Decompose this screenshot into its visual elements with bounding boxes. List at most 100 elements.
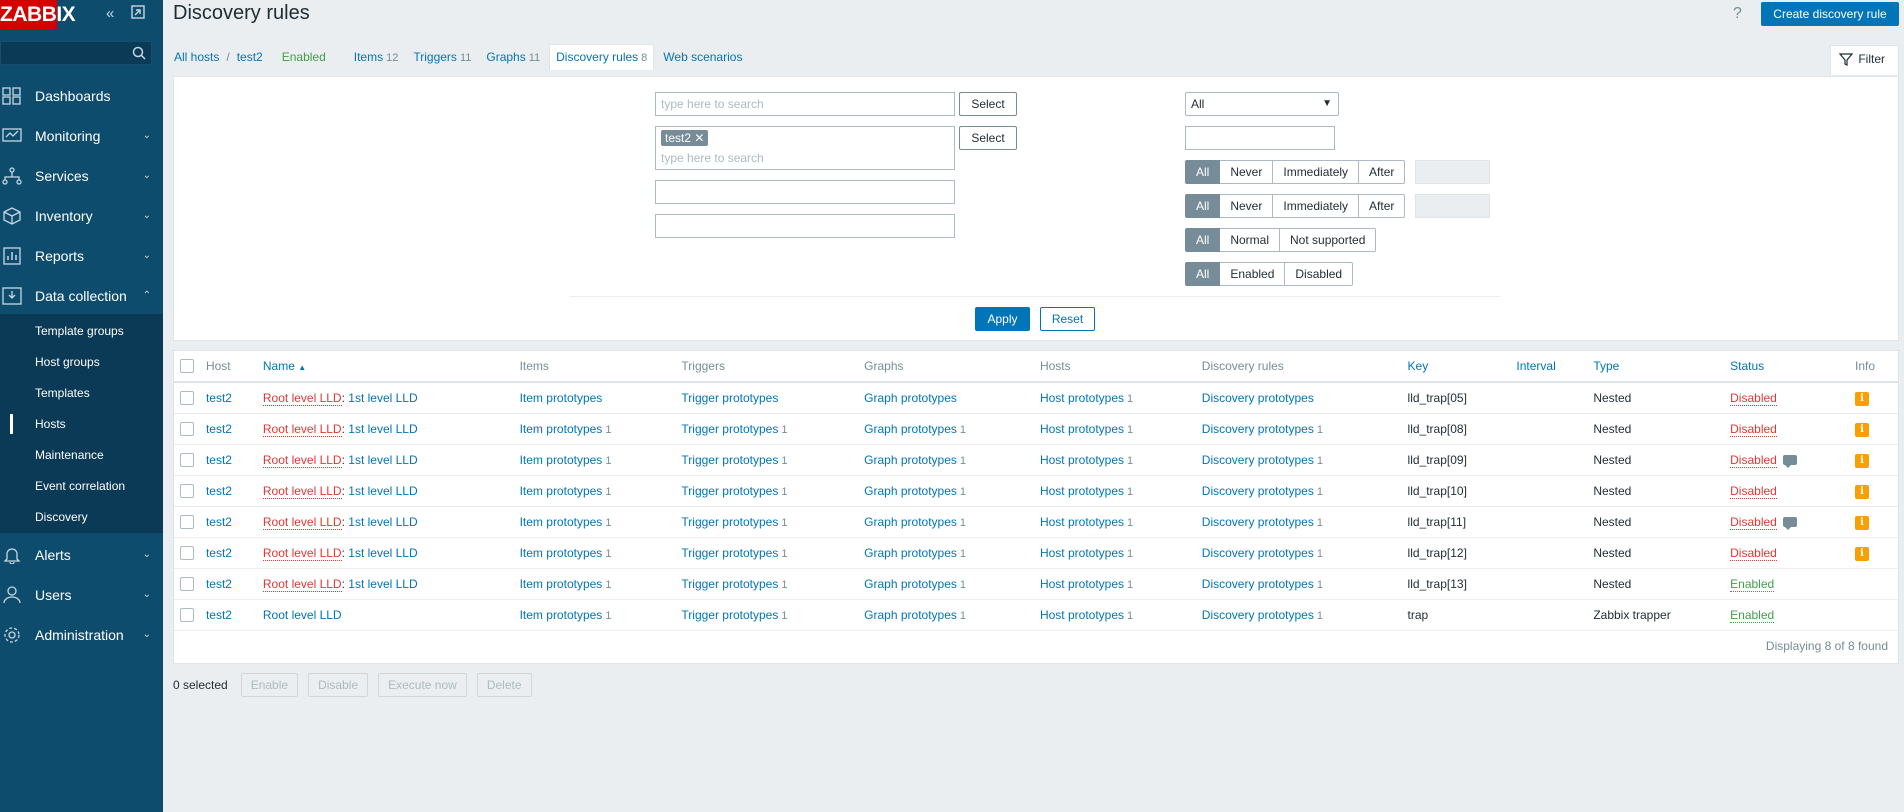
sidebar-search-input[interactable]	[0, 41, 152, 65]
info-icon[interactable]: i	[1854, 422, 1869, 437]
menu-item-users[interactable]: Users ⌄	[0, 579, 163, 619]
status-toggle[interactable]: Disabled	[1730, 514, 1777, 530]
row-checkbox[interactable]	[180, 576, 194, 591]
disable-lost-after[interactable]: After	[1359, 194, 1406, 218]
item-prototypes-link[interactable]: Item prototypes	[520, 608, 603, 622]
graph-prototypes-link[interactable]: Graph prototypes	[864, 608, 957, 622]
rule-name-link[interactable]: 1st level LLD	[348, 484, 417, 498]
tab-graphs[interactable]: Graphs 11	[486, 50, 540, 64]
host-groups-select-button[interactable]: Select	[959, 92, 1017, 116]
sidebar-item-template-groups[interactable]: Template groups	[0, 316, 163, 347]
graph-prototypes-link[interactable]: Graph prototypes	[864, 422, 957, 436]
graph-prototypes-link[interactable]: Graph prototypes	[864, 546, 957, 560]
type-select[interactable]: All ▼	[1185, 92, 1339, 116]
create-discovery-rule-button[interactable]: Create discovery rule	[1761, 2, 1899, 26]
col-key[interactable]: Key	[1401, 351, 1511, 383]
rule-name-link[interactable]: 1st level LLD	[348, 515, 417, 529]
filter-tab[interactable]: Filter	[1830, 45, 1899, 75]
item-prototypes-link[interactable]: Item prototypes	[520, 422, 603, 436]
menu-item-reports[interactable]: Reports ⌄	[0, 240, 163, 280]
parent-rule-link[interactable]: Root level LLD	[262, 452, 342, 468]
trigger-prototypes-link[interactable]: Trigger prototypes	[681, 453, 778, 467]
sidebar-item-host-groups[interactable]: Host groups	[0, 347, 163, 378]
host-status[interactable]: Enabled	[282, 50, 326, 64]
parent-rule-link[interactable]: Root level LLD	[262, 421, 342, 437]
trigger-prototypes-link[interactable]: Trigger prototypes	[681, 484, 778, 498]
host-prototypes-link[interactable]: Host prototypes	[1040, 608, 1124, 622]
sidebar-item-templates[interactable]: Templates	[0, 378, 163, 409]
item-prototypes-link[interactable]: Item prototypes	[520, 391, 603, 405]
discovery-prototypes-link[interactable]: Discovery prototypes	[1202, 391, 1314, 405]
item-prototypes-link[interactable]: Item prototypes	[520, 577, 603, 591]
host-link[interactable]: test2	[206, 422, 232, 436]
remove-tag-icon[interactable]: ✕	[694, 131, 704, 145]
disable-lost-never[interactable]: Never	[1220, 194, 1274, 218]
state-not-supported[interactable]: Not supported	[1280, 228, 1377, 252]
delete-lost-all[interactable]: All	[1185, 160, 1221, 184]
status-disabled[interactable]: Disabled	[1285, 262, 1354, 286]
col-interval[interactable]: Interval	[1510, 351, 1588, 383]
rule-name-link[interactable]: 1st level LLD	[348, 422, 417, 436]
host-prototypes-link[interactable]: Host prototypes	[1040, 453, 1124, 467]
status-enabled[interactable]: Enabled	[1220, 262, 1286, 286]
execute-now-button[interactable]: Execute now	[378, 673, 467, 697]
status-toggle[interactable]: Disabled	[1730, 421, 1777, 437]
host-groups-input[interactable]: type here to search	[655, 92, 955, 116]
graph-prototypes-link[interactable]: Graph prototypes	[864, 515, 957, 529]
host-prototypes-link[interactable]: Host prototypes	[1040, 484, 1124, 498]
rule-name-link[interactable]: 1st level LLD	[348, 546, 417, 560]
tab-items[interactable]: Items 12	[354, 50, 399, 64]
update-interval-input[interactable]	[1185, 126, 1335, 150]
item-prototypes-link[interactable]: Item prototypes	[520, 484, 603, 498]
discovery-prototypes-link[interactable]: Discovery prototypes	[1202, 484, 1314, 498]
item-prototypes-link[interactable]: Item prototypes	[520, 453, 603, 467]
trigger-prototypes-link[interactable]: Trigger prototypes	[681, 608, 778, 622]
graph-prototypes-link[interactable]: Graph prototypes	[864, 453, 957, 467]
sidebar-item-discovery[interactable]: Discovery	[0, 502, 163, 533]
comment-icon[interactable]	[1782, 517, 1797, 531]
delete-lost-never[interactable]: Never	[1220, 160, 1274, 184]
row-checkbox[interactable]	[180, 514, 194, 529]
parent-rule-link[interactable]: Root level LLD	[262, 576, 342, 592]
disable-lost-all[interactable]: All	[1185, 194, 1221, 218]
graph-prototypes-link[interactable]: Graph prototypes	[864, 577, 957, 591]
apply-button[interactable]: Apply	[975, 307, 1030, 331]
breadcrumb-all-hosts[interactable]: All hosts	[174, 50, 219, 64]
trigger-prototypes-link[interactable]: Trigger prototypes	[681, 577, 778, 591]
name-input[interactable]	[655, 180, 955, 204]
menu-item-dashboards[interactable]: Dashboards	[0, 80, 163, 120]
sidebar-item-event-correlation[interactable]: Event correlation	[0, 471, 163, 502]
parent-rule-link[interactable]: Root level LLD	[262, 545, 342, 561]
rule-name-link[interactable]: 1st level LLD	[348, 391, 417, 405]
trigger-prototypes-link[interactable]: Trigger prototypes	[681, 546, 778, 560]
hosts-select-button[interactable]: Select	[959, 126, 1017, 150]
rule-name-link[interactable]: 1st level LLD	[348, 577, 417, 591]
discovery-prototypes-link[interactable]: Discovery prototypes	[1202, 577, 1314, 591]
disable-button[interactable]: Disable	[308, 673, 369, 697]
menu-item-services[interactable]: Services ⌄	[0, 160, 163, 200]
trigger-prototypes-link[interactable]: Trigger prototypes	[681, 422, 778, 436]
discovery-prototypes-link[interactable]: Discovery prototypes	[1202, 453, 1314, 467]
status-toggle[interactable]: Disabled	[1730, 390, 1777, 406]
host-link[interactable]: test2	[206, 546, 232, 560]
parent-rule-link[interactable]: Root level LLD	[262, 514, 342, 530]
item-prototypes-link[interactable]: Item prototypes	[520, 546, 603, 560]
state-normal[interactable]: Normal	[1220, 228, 1281, 252]
state-all[interactable]: All	[1185, 228, 1221, 252]
host-tag[interactable]: test2 ✕	[661, 130, 709, 146]
collapse-sidebar-icon[interactable]: «	[106, 5, 114, 23]
discovery-prototypes-link[interactable]: Discovery prototypes	[1202, 608, 1314, 622]
trigger-prototypes-link[interactable]: Trigger prototypes	[681, 391, 778, 405]
row-checkbox[interactable]	[180, 391, 194, 406]
row-checkbox[interactable]	[180, 545, 194, 560]
sidebar-item-maintenance[interactable]: Maintenance	[0, 440, 163, 471]
rule-name-link[interactable]: Root level LLD	[263, 608, 342, 622]
status-toggle[interactable]: Disabled	[1730, 452, 1777, 468]
host-link[interactable]: test2	[206, 484, 232, 498]
tab-discovery-rules[interactable]: Discovery rules 8	[549, 44, 655, 70]
search-icon[interactable]	[132, 46, 146, 60]
host-prototypes-link[interactable]: Host prototypes	[1040, 391, 1124, 405]
reset-button[interactable]: Reset	[1040, 307, 1095, 331]
discovery-prototypes-link[interactable]: Discovery prototypes	[1202, 546, 1314, 560]
graph-prototypes-link[interactable]: Graph prototypes	[864, 391, 957, 405]
